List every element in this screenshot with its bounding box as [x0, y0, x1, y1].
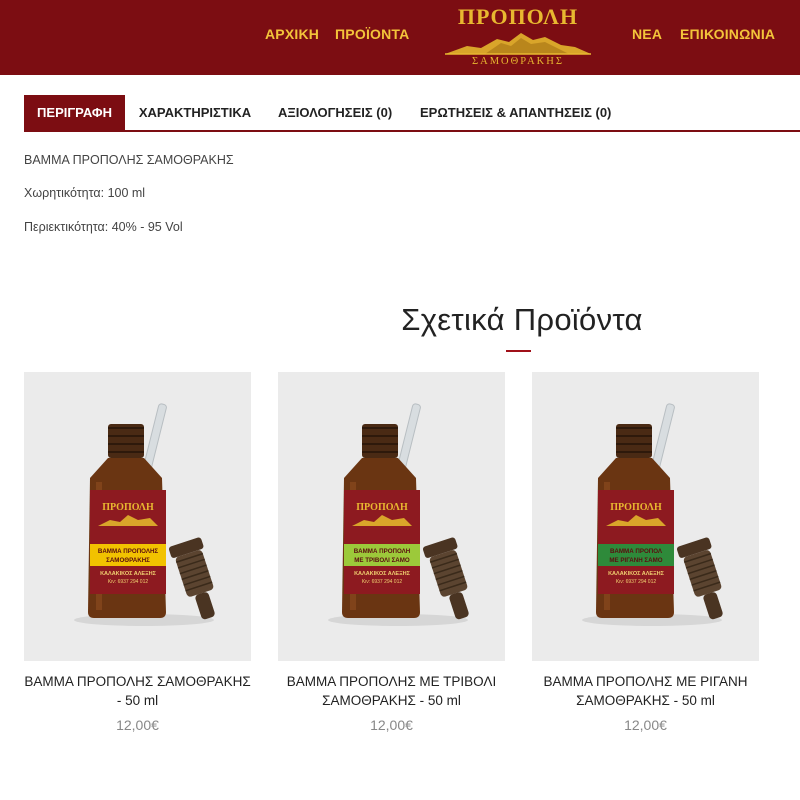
svg-text:ΠΡΟΠΟΛΗ: ΠΡΟΠΟΛΗ: [356, 502, 408, 513]
svg-text:ΠΡΟΠΟΛΗ: ΠΡΟΠΟΛΗ: [102, 502, 154, 513]
mountain-logo-icon: [445, 33, 591, 55]
tab-reviews[interactable]: ΑΞΙΟΛΟΓΗΣΕΙΣ (0): [278, 95, 392, 130]
svg-text:ΚΑΛΑΚΙΚΟΣ ΑΛΕΞΗΣ: ΚΑΛΑΚΙΚΟΣ ΑΛΕΞΗΣ: [100, 571, 157, 577]
tab-description[interactable]: ΠΕΡΙΓΡΑΦΗ: [24, 95, 125, 130]
description-capacity: Χωρητικότητα: 100 ml: [24, 186, 146, 200]
product-name[interactable]: ΒΑΜΜΑ ΠΡΟΠΟΛΗΣ ΜΕ ΡΙΓΑΝΗ ΣΑΜΟΘΡΑΚΗΣ - 50…: [532, 672, 759, 710]
svg-text:ΣΑΜΟΘΡΑΚΗΣ: ΣΑΜΟΘΡΑΚΗΣ: [106, 557, 150, 564]
product-price: 12,00€: [370, 717, 413, 733]
product-price: 12,00€: [116, 717, 159, 733]
svg-text:Κιν: 6937 294 012: Κιν: 6937 294 012: [108, 579, 149, 585]
tincture-bottle-icon: ΠΡΟΠΟΛΗ ΒΑΜΜΑ ΠΡΟΠΟΛΗ ΜΕ ΤΡΙΒΟΛΙ ΣΑΜΟ ΚΑΛΑΚ…: [328, 403, 469, 626]
site-logo[interactable]: ΠΡΟΠΟΛΗ ΣΑΜΟΘΡΑΚΗΣ: [443, 2, 593, 72]
logo-subtitle: ΣΑΜΟΘΡΑΚΗΣ: [472, 56, 564, 67]
logo-title: ΠΡΟΠΟΛΗ: [457, 4, 579, 29]
nav-link-products[interactable]: ΠΡΟΪΟΝΤΑ: [335, 26, 409, 42]
svg-text:ΒΑΜΜΑ ΠΡΟΠΟΛΗ: ΒΑΜΜΑ ΠΡΟΠΟΛΗ: [354, 548, 411, 555]
svg-text:ΚΑΛΑΚΙΚΟΣ ΑΛΕΞΗΣ: ΚΑΛΑΚΙΚΟΣ ΑΛΕΞΗΣ: [354, 571, 411, 577]
svg-text:ΒΑΜΜΑ ΠΡΟΠΟΛ: ΒΑΜΜΑ ΠΡΟΠΟΛ: [610, 548, 663, 555]
product-image[interactable]: ΠΡΟΠΟΛΗ ΒΑΜΜΑ ΠΡΟΠΟΛΗΣ ΣΑΜΟΘΡΑΚΗΣ ΚΑΛΑΚΙΚΟΣ…: [24, 372, 251, 661]
svg-text:ΚΑΛΑΚΙΚΟΣ ΑΛΕΞΗΣ: ΚΑΛΑΚΙΚΟΣ ΑΛΕΞΗΣ: [608, 571, 665, 577]
nav-link-news[interactable]: ΝΕΑ: [632, 26, 662, 42]
product-name[interactable]: ΒΑΜΜΑ ΠΡΟΠΟΛΗΣ ΣΑΜΟΘΡΑΚΗΣ - 50 ml: [24, 672, 251, 710]
product-name[interactable]: ΒΑΜΜΑ ΠΡΟΠΟΛΗΣ ΜΕ ΤΡΙΒΟΛΙ ΣΑΜΟΘΡΑΚΗΣ - 5…: [278, 672, 505, 710]
nav-link-contact[interactable]: ΕΠΙΚΟΙΝΩΝΙΑ: [680, 26, 775, 42]
product-image[interactable]: ΠΡΟΠΟΛΗ ΒΑΜΜΑ ΠΡΟΠΟΛΗ ΜΕ ΤΡΙΒΟΛΙ ΣΑΜΟ ΚΑΛΑΚ…: [278, 372, 505, 661]
product-price: 12,00€: [624, 717, 667, 733]
site-header: ΑΡΧΙΚΗ ΠΡΟΪΟΝΤΑ ΠΡΟΠΟΛΗ ΣΑΜΟΘΡΑΚΗΣ ΝΕΑ Ε…: [0, 0, 800, 75]
product-tabs: ΠΕΡΙΓΡΑΦΗ ΧΑΡΑΚΤΗΡΙΣΤΙΚΑ ΑΞΙΟΛΟΓΗΣΕΙΣ (0…: [24, 95, 800, 132]
tab-characteristics[interactable]: ΧΑΡΑΚΤΗΡΙΣΤΙΚΑ: [138, 95, 252, 130]
svg-text:Κιν: 6937 294 012: Κιν: 6937 294 012: [362, 579, 403, 585]
nav-link-home[interactable]: ΑΡΧΙΚΗ: [265, 26, 319, 42]
tincture-bottle-icon: ΠΡΟΠΟΛΗ ΒΑΜΜΑ ΠΡΟΠΟΛΗΣ ΣΑΜΟΘΡΑΚΗΣ ΚΑΛΑΚΙΚΟΣ…: [74, 403, 215, 626]
svg-text:ΜΕ ΤΡΙΒΟΛΙ ΣΑΜΟ: ΜΕ ΤΡΙΒΟΛΙ ΣΑΜΟ: [354, 557, 410, 564]
svg-text:Κιν: 6937 294 012: Κιν: 6937 294 012: [616, 579, 657, 585]
tincture-bottle-icon: ΠΡΟΠΟΛΗ ΒΑΜΜΑ ΠΡΟΠΟΛ ΜΕ ΡΙΓΑΝΗ ΣΑΜΟ ΚΑΛΑΚΙΚ…: [582, 403, 723, 626]
title-underline: [506, 350, 531, 352]
tab-questions[interactable]: ΕΡΩΤΗΣΕΙΣ & ΑΠΑΝΤΗΣΕΙΣ (0): [420, 95, 611, 130]
description-title: ΒΑΜΜΑ ΠΡΟΠΟΛΗΣ ΣΑΜΟΘΡΑΚΗΣ: [24, 153, 234, 167]
svg-text:ΒΑΜΜΑ ΠΡΟΠΟΛΗΣ: ΒΑΜΜΑ ΠΡΟΠΟΛΗΣ: [98, 548, 159, 555]
product-image[interactable]: ΠΡΟΠΟΛΗ ΒΑΜΜΑ ΠΡΟΠΟΛ ΜΕ ΡΙΓΑΝΗ ΣΑΜΟ ΚΑΛΑΚΙΚ…: [532, 372, 759, 661]
related-products-title: Σχετικά Προϊόντα: [401, 302, 643, 337]
svg-text:ΠΡΟΠΟΛΗ: ΠΡΟΠΟΛΗ: [610, 502, 662, 513]
svg-text:ΜΕ ΡΙΓΑΝΗ ΣΑΜΟ: ΜΕ ΡΙΓΑΝΗ ΣΑΜΟ: [609, 557, 662, 564]
description-strength: Περιεκτικότητα: 40% - 95 Vol: [24, 220, 183, 234]
